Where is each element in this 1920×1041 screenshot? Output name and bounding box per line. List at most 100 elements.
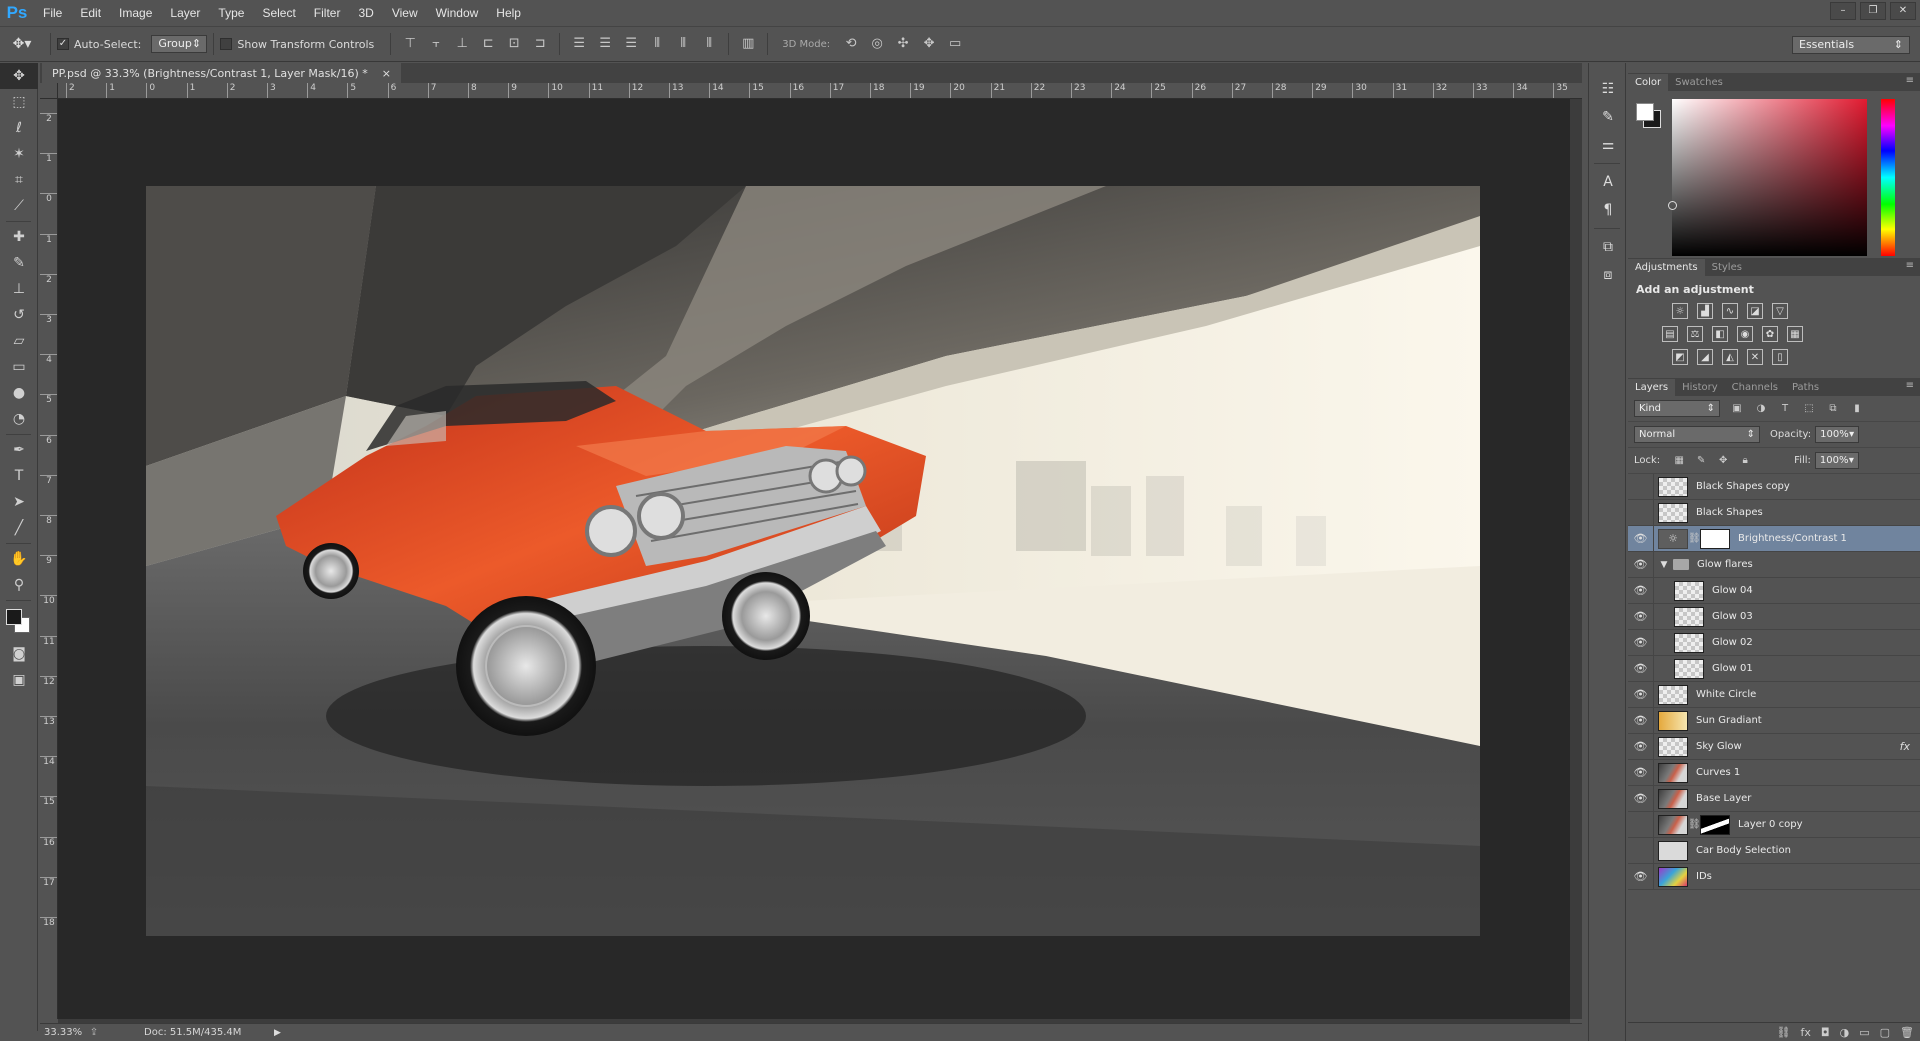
dodge-tool-icon[interactable]: ◔ [0,406,38,432]
layer-row[interactable]: 👁︎ Base Layer [1628,785,1920,812]
close-button[interactable]: ✕ [1890,2,1916,20]
tab-history[interactable]: History [1675,379,1725,396]
eyedropper-tool-icon[interactable]: ⟋ [0,193,38,219]
selective-color-icon[interactable]: ✕ [1747,349,1763,365]
3d-pan-icon[interactable]: ✣ [894,35,912,53]
distribute-vcenter-icon[interactable]: ☰ [596,35,614,53]
color-picker-cursor[interactable] [1668,201,1677,210]
healing-brush-tool-icon[interactable]: ✚ [0,224,38,250]
workspace-dropdown[interactable]: Essentials ⇕ [1792,36,1910,54]
visibility-eye-icon[interactable]: 👁︎ [1628,629,1654,656]
vertical-ruler[interactable]: 2 1 0 1 2 3 4 5 6 7 8 9 10 11 12 13 14 15 16 17 18 [40,99,58,1019]
layer-row[interactable]: 👁︎ Sun Gradiant [1628,707,1920,734]
layer-row[interactable]: 👁︎ Glow 02 [1628,629,1920,656]
menu-image[interactable]: Image [110,0,161,26]
hand-tool-icon[interactable]: ✋ [0,546,38,572]
layer-thumbnail[interactable] [1674,606,1704,627]
type-tool-icon[interactable]: T [0,463,38,489]
color-field[interactable] [1672,99,1867,256]
actions-icon[interactable]: ⧈ [1589,261,1627,289]
export-icon[interactable]: ⇪ [84,1027,104,1038]
layer-thumbnail[interactable] [1658,684,1688,705]
brush-tool-icon[interactable]: ✎ [0,250,38,276]
visibility-eye-icon[interactable]: 👁︎ [1628,681,1654,708]
visibility-eye-icon[interactable]: 👁︎ [1628,525,1654,552]
panel-menu-icon[interactable]: ≡ [1906,380,1914,391]
color-lookup-icon[interactable]: ▦ [1787,326,1803,342]
layer-row[interactable]: 👁︎ Black Shapes [1628,499,1920,526]
gradient-tool-icon[interactable]: ▭ [0,354,38,380]
new-layer-icon[interactable]: ▢ [1880,1026,1890,1039]
visibility-eye-icon[interactable]: 👁︎ [1628,837,1654,864]
visibility-eye-icon[interactable]: 👁︎ [1628,473,1654,500]
tab-color[interactable]: Color [1628,74,1669,91]
panel-menu-icon[interactable]: ≡ [1906,260,1914,271]
opacity-input[interactable]: 100% ▾ [1815,426,1860,443]
layer-row[interactable]: 👁︎ Car Body Selection [1628,837,1920,864]
layer-row[interactable]: 👁︎ Black Shapes copy [1628,473,1920,500]
move-tool-icon[interactable]: ✥ [0,63,38,89]
auto-align-icon[interactable]: ▥ [739,35,757,53]
mask-link-icon[interactable]: ⛓ [1688,533,1701,544]
delete-layer-icon[interactable]: 🗑︎ [1900,1026,1914,1039]
lasso-tool-icon[interactable]: ℓ [0,115,38,141]
3d-scale-icon[interactable]: ▭ [946,35,964,53]
eraser-tool-icon[interactable]: ▱ [0,328,38,354]
distribute-left-icon[interactable]: ⦀ [648,35,666,53]
lock-position-icon[interactable]: ✥ [1716,454,1730,468]
auto-select-check[interactable]: ✓ [57,38,69,50]
tab-styles[interactable]: Styles [1705,259,1749,276]
layer-thumbnail[interactable] [1674,632,1704,653]
menu-type[interactable]: Type [209,0,253,26]
clone-stamp-tool-icon[interactable]: ⊥ [0,276,38,302]
layer-row[interactable]: 👁︎ Glow 04 [1628,577,1920,604]
color-balance-icon[interactable]: ⚖ [1687,326,1703,342]
filter-smart-object-icon[interactable]: ⧉ [1826,402,1840,416]
close-tab-icon[interactable]: × [382,67,391,80]
3d-slide-icon[interactable]: ✥ [920,35,938,53]
visibility-eye-icon[interactable]: 👁︎ [1628,603,1654,630]
mask-link-icon[interactable]: ⛓ [1688,819,1701,830]
hue-slider[interactable] [1881,99,1895,256]
lock-transparency-icon[interactable]: ▦ [1672,454,1686,468]
ruler-origin[interactable] [40,83,58,99]
menu-help[interactable]: Help [487,0,530,26]
curves-icon[interactable]: ∿ [1722,303,1738,319]
brightness-contrast-icon[interactable]: ☼ [1672,303,1688,319]
zoom-tool-icon[interactable]: ⚲ [0,572,38,598]
distribute-top-icon[interactable]: ☰ [570,35,588,53]
vibrance-icon[interactable]: ▽ [1772,303,1788,319]
visibility-eye-icon[interactable]: 👁︎ [1628,707,1654,734]
tool-presets-icon[interactable]: ⚌ [1589,131,1627,159]
align-vcenter-icon[interactable]: ⫟ [427,35,445,53]
layer-style-icon[interactable]: fx [1801,1026,1811,1039]
visibility-eye-icon[interactable]: 👁︎ [1628,655,1654,682]
foreground-color-swatch[interactable] [6,609,22,625]
layer-thumbnail[interactable] [1658,788,1688,809]
layer-thumbnail[interactable] [1658,762,1688,783]
distribute-right-icon[interactable]: ⦀ [700,35,718,53]
posterize-icon[interactable]: ◢ [1697,349,1713,365]
marquee-tool-icon[interactable]: ⬚ [0,89,38,115]
distribute-hcenter-icon[interactable]: ⦀ [674,35,692,53]
filter-shape-icon[interactable]: ⬚ [1802,402,1816,416]
align-top-icon[interactable]: ⊤ [401,35,419,53]
align-hcenter-icon[interactable]: ⊡ [505,35,523,53]
layer-row[interactable]: 👁︎ White Circle [1628,681,1920,708]
align-right-icon[interactable]: ⊐ [531,35,549,53]
restore-button[interactable]: ❐ [1860,2,1886,20]
canvas-area[interactable] [58,99,1570,1019]
layer-thumbnail[interactable] [1658,840,1688,861]
tab-layers[interactable]: Layers [1628,379,1676,396]
visibility-eye-icon[interactable]: 👁︎ [1628,863,1654,890]
visibility-eye-icon[interactable]: 👁︎ [1628,759,1654,786]
blend-mode-dropdown[interactable]: Normal ⇕ [1634,426,1760,443]
tab-channels[interactable]: Channels [1725,379,1785,396]
invert-icon[interactable]: ◩ [1672,349,1688,365]
panel-menu-icon[interactable]: ≡ [1906,75,1914,86]
menu-select[interactable]: Select [253,0,304,26]
lock-image-icon[interactable]: ✎ [1694,454,1708,468]
menu-window[interactable]: Window [427,0,488,26]
minimize-button[interactable]: – [1830,2,1856,20]
layer-row[interactable]: 👁︎ Sky Glow fx [1628,733,1920,760]
